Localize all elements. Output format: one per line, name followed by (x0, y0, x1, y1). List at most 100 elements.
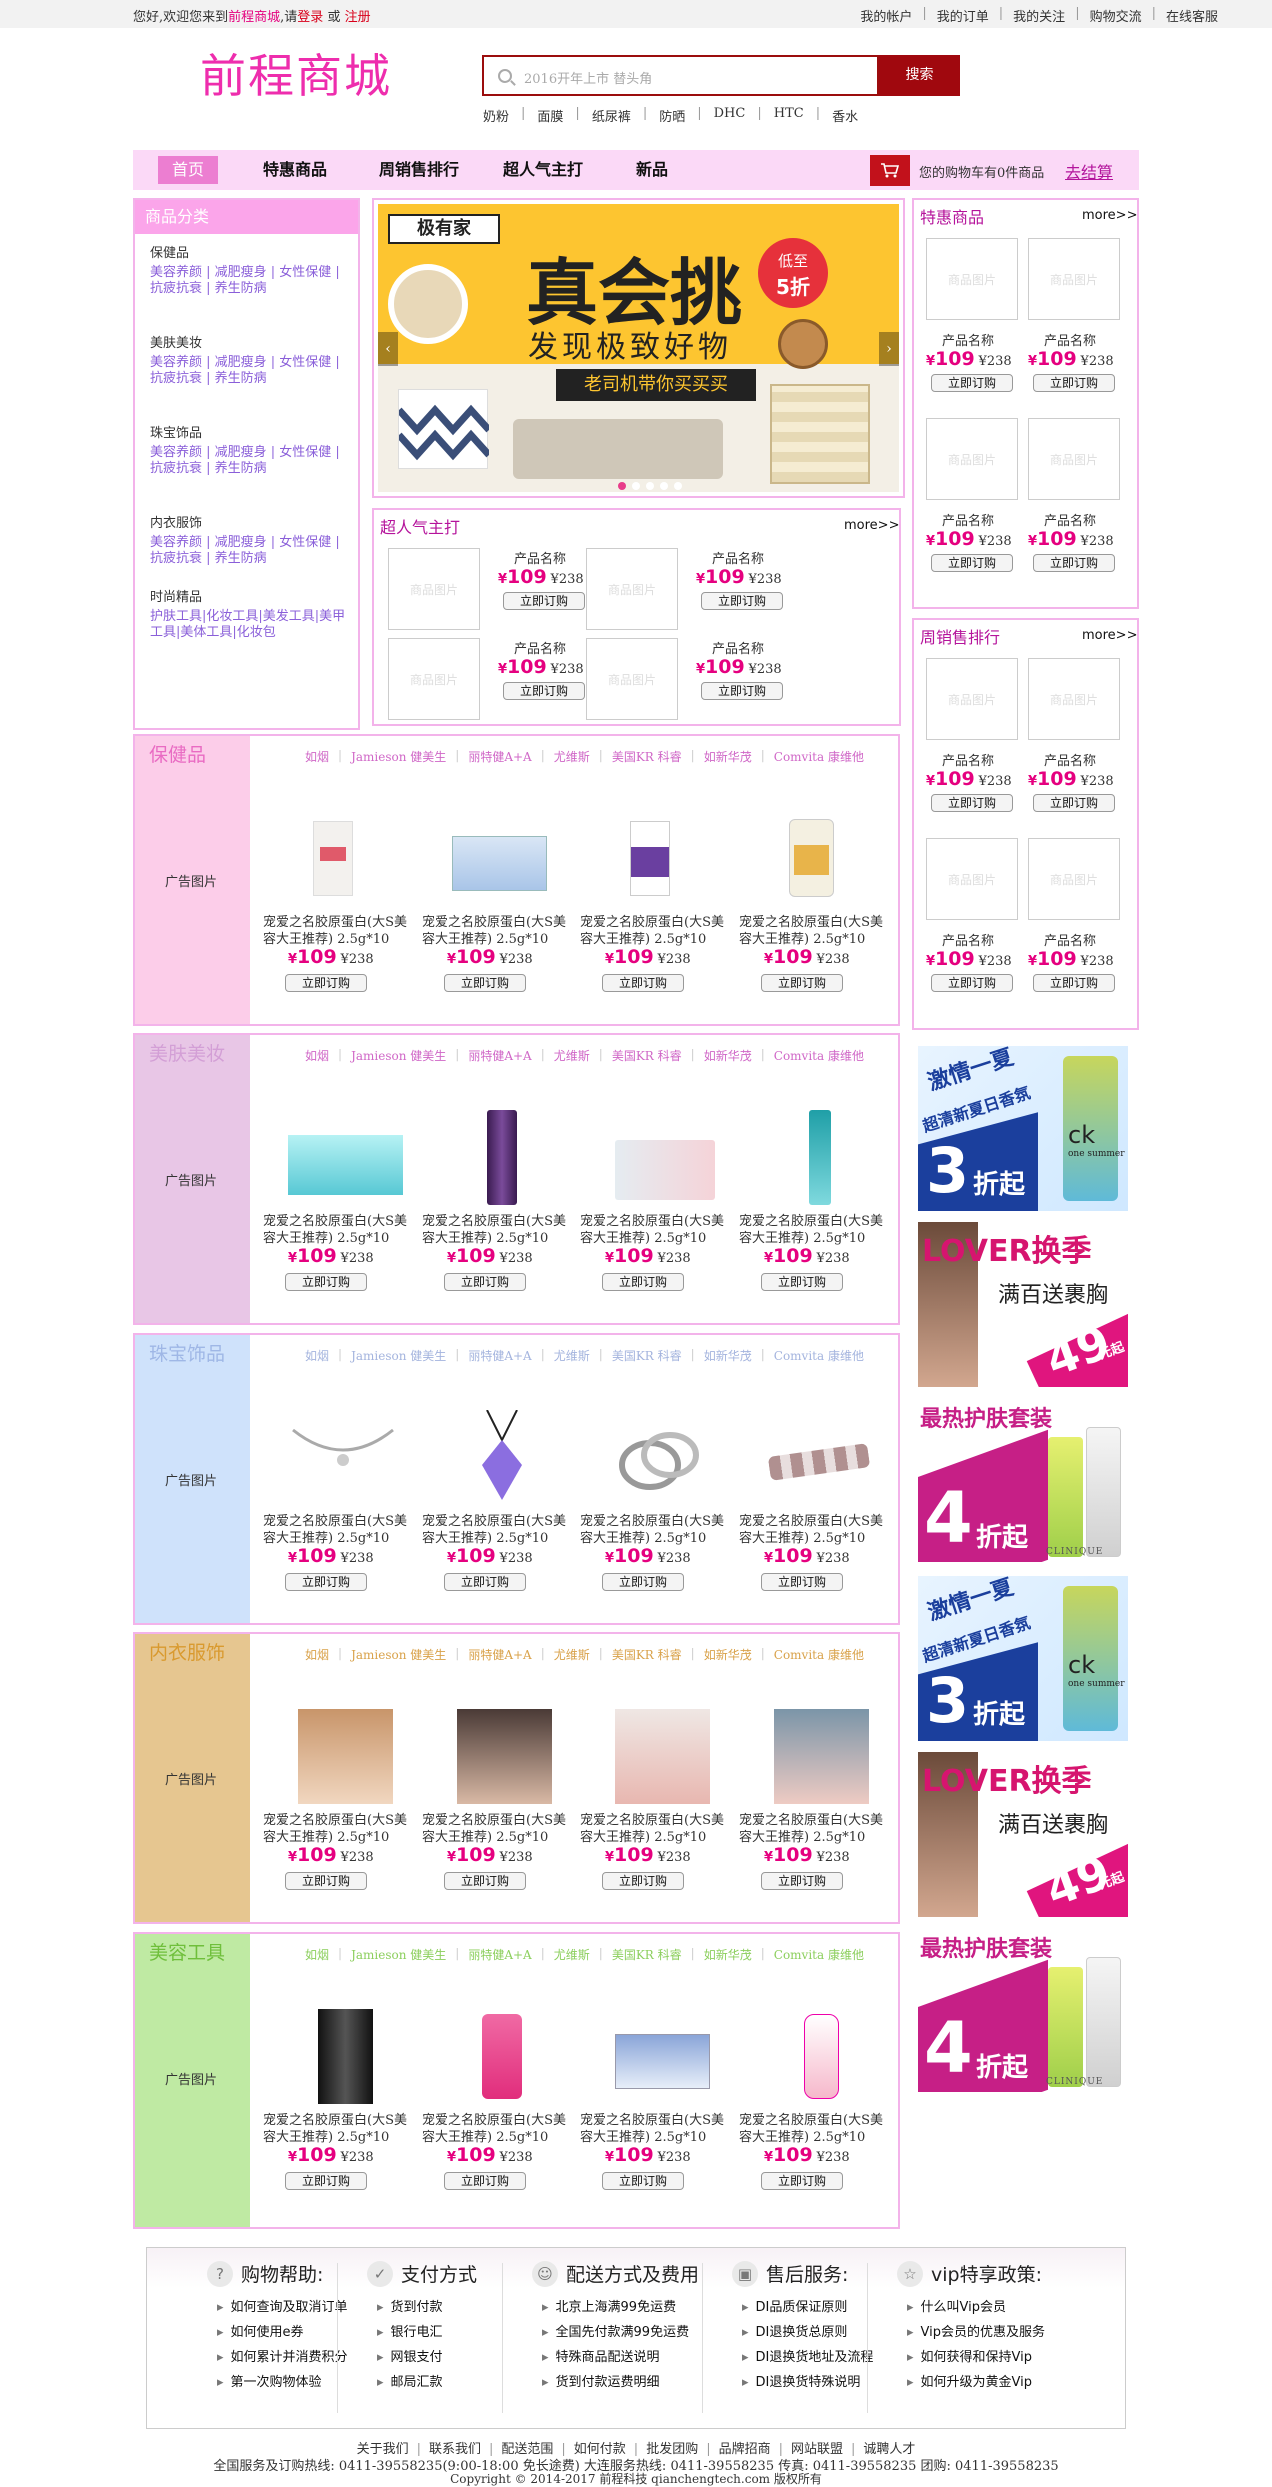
product-name[interactable]: 产品名称 (712, 638, 764, 657)
category-links[interactable]: 美容养颜 | 减肥瘦身 | 女性保健 | 抗疲抗衰 | 养生防病 (150, 355, 350, 387)
product-image[interactable] (764, 811, 864, 906)
product-description[interactable]: 宠爱之名胶原蛋白(大S美容大王推荐) 2.5g*10 (263, 914, 413, 948)
order-button[interactable]: 立即订购 (444, 1872, 526, 1890)
product-thumbnail[interactable]: 商品图片 (1028, 418, 1120, 500)
product-thumbnail[interactable]: 商品图片 (1028, 238, 1120, 320)
product-image[interactable] (764, 1110, 864, 1205)
product-image[interactable] (764, 2009, 864, 2104)
brand-link[interactable]: Jamieson 健美生 (351, 1347, 446, 1364)
product-image[interactable] (605, 2009, 710, 2104)
product-description[interactable]: 宠爱之名胶原蛋白(大S美容大王推荐) 2.5g*10 (739, 1812, 889, 1846)
promo-banner[interactable]: LOVER换季 满百送裹胸 49 元起 (918, 1222, 1128, 1387)
product-image[interactable] (764, 1709, 869, 1804)
online-service-link[interactable]: 在线客服 (1166, 6, 1218, 25)
search-button[interactable]: 搜索 (879, 55, 960, 96)
product-name[interactable]: 产品名称 (712, 548, 764, 567)
footer-help-link[interactable]: 如何查询及取消订单 (217, 2295, 348, 2320)
brand-link[interactable]: Jamieson 健美生 (351, 1646, 446, 1663)
order-button[interactable]: 立即订购 (285, 1273, 367, 1291)
section-ad-panel[interactable]: 保健品 广告图片 (135, 736, 250, 1024)
product-thumbnail[interactable]: 商品图片 (926, 658, 1018, 740)
product-description[interactable]: 宠爱之名胶原蛋白(大S美容大王推荐) 2.5g*10 (580, 1812, 730, 1846)
search-input[interactable]: 2016开年上市 替头角 (524, 68, 652, 87)
product-image[interactable] (288, 1110, 403, 1205)
brand-link[interactable]: 如烟 (305, 748, 329, 765)
product-description[interactable]: 宠爱之名胶原蛋白(大S美容大王推荐) 2.5g*10 (739, 1213, 889, 1247)
order-button[interactable]: 立即订购 (285, 1872, 367, 1890)
brand-link[interactable]: 如新华茂 (704, 748, 752, 765)
brand-link[interactable]: 如新华茂 (704, 1347, 752, 1364)
brand-link[interactable]: 如新华茂 (704, 1047, 752, 1064)
order-button[interactable]: 立即订购 (285, 974, 367, 992)
section-title[interactable]: 美肤美妆 (149, 1039, 225, 1066)
category-group-title[interactable]: 内衣服饰 (150, 512, 350, 531)
footer-help-link[interactable]: DI退换货总原则 (742, 2320, 873, 2345)
brand-link[interactable]: 如新华茂 (704, 1646, 752, 1663)
brand-link[interactable]: 丽特健A+A (468, 748, 531, 765)
brand-link[interactable]: 尤维斯 (554, 1946, 590, 1963)
popular-more-link[interactable]: more>> (844, 518, 899, 533)
brand-link[interactable]: Jamieson 健美生 (351, 748, 446, 765)
product-image[interactable] (605, 1410, 705, 1505)
footer-help-link[interactable]: 如何使用e券 (217, 2320, 348, 2345)
promo-banner[interactable]: 最热护肤套装 4 折起 CLINIQUE (918, 1397, 1128, 1562)
brand-link[interactable]: 丽特健A+A (468, 1347, 531, 1364)
product-thumbnail[interactable]: 商品图片 (586, 548, 678, 630)
nav-home[interactable]: 首页 (158, 156, 218, 184)
brand-link[interactable]: 如烟 (305, 1047, 329, 1064)
product-image[interactable] (288, 1709, 393, 1804)
product-thumbnail[interactable]: 商品图片 (1028, 838, 1120, 920)
product-name[interactable]: 产品名称 (942, 750, 994, 769)
product-image[interactable] (288, 2009, 388, 2104)
product-thumbnail[interactable]: 商品图片 (586, 638, 678, 720)
section-title[interactable]: 珠宝饰品 (149, 1339, 225, 1366)
category-links[interactable]: 美容养颜 | 减肥瘦身 | 女性保健 | 抗疲抗衰 | 养生防病 (150, 265, 350, 297)
order-button[interactable]: 立即订购 (444, 974, 526, 992)
product-description[interactable]: 宠爱之名胶原蛋白(大S美容大王推荐) 2.5g*10 (580, 1513, 730, 1547)
product-description[interactable]: 宠爱之名胶原蛋白(大S美容大王推荐) 2.5g*10 (422, 914, 572, 948)
order-button[interactable]: 立即订购 (761, 974, 843, 992)
order-button[interactable]: 立即订购 (444, 1273, 526, 1291)
brand-link[interactable]: 尤维斯 (554, 1646, 590, 1663)
product-thumbnail[interactable]: 商品图片 (388, 548, 480, 630)
footer-help-link[interactable]: 货到付款 (377, 2295, 477, 2320)
product-thumbnail[interactable]: 商品图片 (926, 418, 1018, 500)
footer-help-link[interactable]: 北京上海满99免运费 (542, 2295, 699, 2320)
product-image[interactable] (605, 1709, 710, 1804)
brand-link[interactable]: 美国KR 科睿 (612, 1946, 682, 1963)
brand-link[interactable]: 如烟 (305, 1347, 329, 1364)
hot-word[interactable]: 面膜 (537, 106, 563, 125)
section-title[interactable]: 内衣服饰 (149, 1638, 225, 1665)
footer-help-link[interactable]: 银行电汇 (377, 2320, 477, 2345)
footer-help-link[interactable]: 邮局汇款 (377, 2370, 477, 2395)
footer-help-link[interactable]: DI退换货特殊说明 (742, 2370, 873, 2395)
order-button[interactable]: 立即订购 (444, 2172, 526, 2190)
weekly-more-link[interactable]: more>> (1082, 628, 1137, 643)
order-button[interactable]: 立即订购 (503, 682, 585, 700)
footer-help-link[interactable]: Vip会员的优惠及服务 (907, 2320, 1045, 2345)
product-name[interactable]: 产品名称 (1044, 510, 1096, 529)
product-thumbnail[interactable]: 商品图片 (926, 838, 1018, 920)
hero-banner[interactable]: 极有家 真会挑 低至 5折 发现极致好物 老司机带你买买买 ‹ › (372, 198, 905, 498)
brand-link[interactable]: 美国KR 科睿 (612, 1646, 682, 1663)
product-description[interactable]: 宠爱之名胶原蛋白(大S美容大王推荐) 2.5g*10 (263, 1213, 413, 1247)
hot-word[interactable]: 防晒 (659, 106, 685, 125)
product-image[interactable] (288, 1410, 394, 1505)
product-name[interactable]: 产品名称 (1044, 330, 1096, 349)
hot-word[interactable]: 纸尿裤 (592, 106, 631, 125)
section-title[interactable]: 保健品 (149, 740, 206, 767)
product-description[interactable]: 宠爱之名胶原蛋白(大S美容大王推荐) 2.5g*10 (422, 1812, 572, 1846)
product-description[interactable]: 宠爱之名胶原蛋白(大S美容大王推荐) 2.5g*10 (580, 1213, 730, 1247)
order-button[interactable]: 立即订购 (761, 2172, 843, 2190)
order-button[interactable]: 立即订购 (701, 592, 783, 610)
product-name[interactable]: 产品名称 (514, 638, 566, 657)
shopping-forum-link[interactable]: 购物交流 (1090, 6, 1142, 25)
order-button[interactable]: 立即订购 (931, 374, 1013, 392)
product-name[interactable]: 产品名称 (942, 330, 994, 349)
brand-link[interactable]: 丽特健A+A (468, 1047, 531, 1064)
product-description[interactable]: 宠爱之名胶原蛋白(大S美容大王推荐) 2.5g*10 (263, 2112, 413, 2146)
category-links[interactable]: 美容养颜 | 减肥瘦身 | 女性保健 | 抗疲抗衰 | 养生防病 (150, 535, 350, 567)
nav-new[interactable]: 新品 (636, 150, 668, 190)
section-ad-panel[interactable]: 美肤美妆 广告图片 (135, 1035, 250, 1323)
category-links[interactable]: 美容养颜 | 减肥瘦身 | 女性保健 | 抗疲抗衰 | 养生防病 (150, 445, 350, 477)
